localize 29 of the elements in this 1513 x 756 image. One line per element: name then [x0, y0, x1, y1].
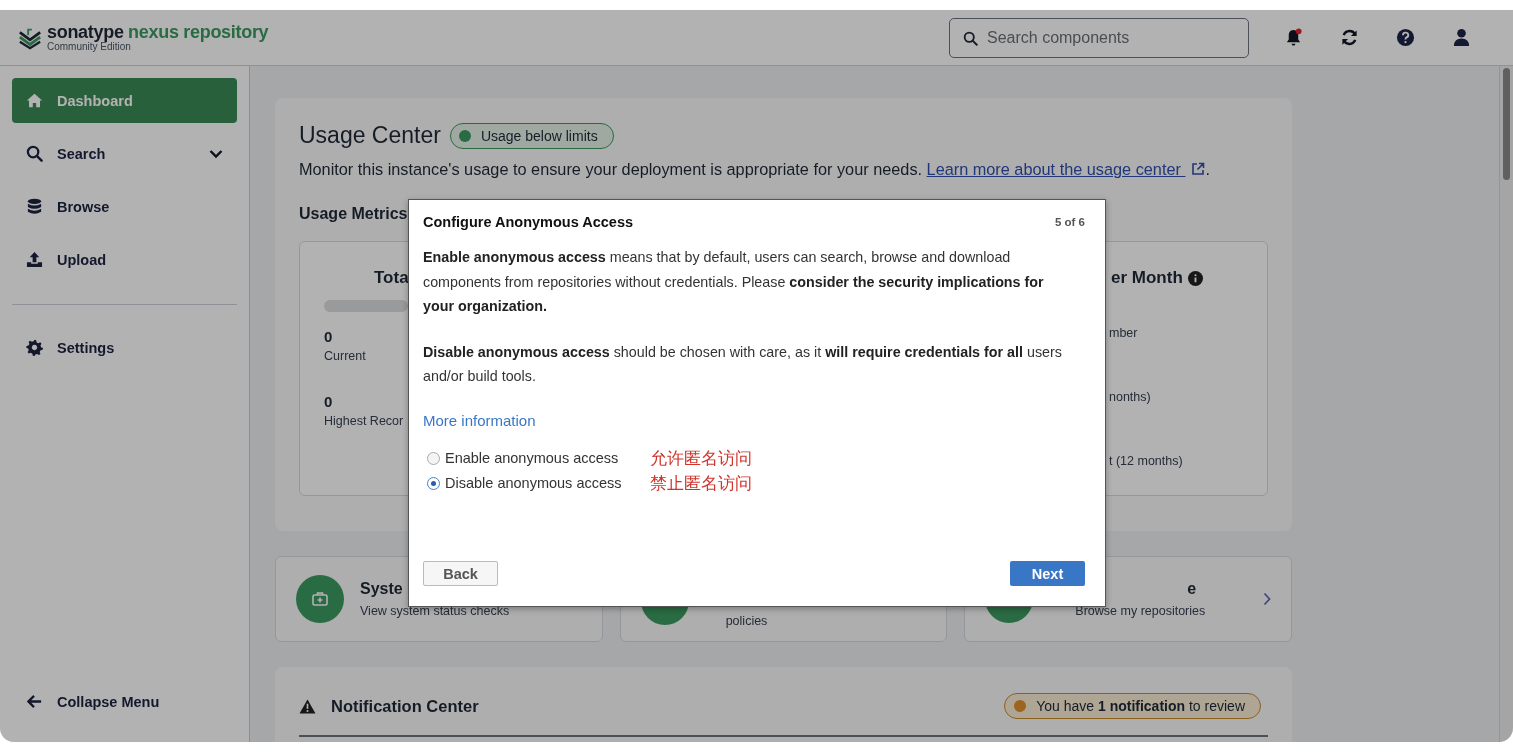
dialog-paragraph: Enable anonymous access means that by default, users can search, browse and download components from repositories without credentials. Please consider the security implications for your organization.	[423, 248, 1045, 316]
card-title: e	[1187, 580, 1198, 598]
notification-center-title: Notification Center	[331, 696, 480, 716]
card-title: Tota	[374, 268, 409, 288]
brand-name: sonatype	[47, 22, 124, 42]
edition-label: Community Edition	[47, 42, 132, 52]
card-title: Syste	[360, 580, 404, 598]
product-name: nexus repository	[128, 22, 269, 42]
usage-description: Monitor this instance's usage to ensure your deployment is appropriate for your needs. Learn more about the usage center .	[299, 160, 1211, 179]
usage-metrics-heading: Usage Metrics	[299, 205, 408, 223]
card-subtitle: View system status checks	[360, 604, 511, 618]
notification-badge: You have 1 notification to review	[1004, 693, 1261, 719]
annotation-text: 禁止匿名访问	[650, 472, 752, 495]
usage-center-title: Usage Center	[299, 122, 441, 149]
stat-label: t (12 months)	[1109, 454, 1183, 468]
card-title: er Month	[1111, 268, 1183, 288]
stat-label: nonths)	[1109, 390, 1151, 404]
stat-label: Highest Recor	[324, 414, 404, 428]
card-subtitle: policies	[725, 614, 769, 628]
card-subtitle: Browse my repositories	[1075, 604, 1207, 618]
annotation-text: 允许匿名访问	[650, 447, 752, 470]
status-badge: Usage below limits	[449, 122, 614, 149]
stat-value: 0	[324, 393, 333, 410]
stat-value: 0	[324, 328, 333, 345]
step-counter: 5 of 6	[1054, 216, 1085, 228]
dialog-paragraph: Disable anonymous access should be chosen with care, as it will require credentials for all users and/or build tools.	[423, 342, 1063, 386]
stat-label: Current	[324, 349, 366, 363]
dialog-title: Configure Anonymous Access	[423, 214, 634, 230]
stat-label: mber	[1109, 326, 1138, 340]
